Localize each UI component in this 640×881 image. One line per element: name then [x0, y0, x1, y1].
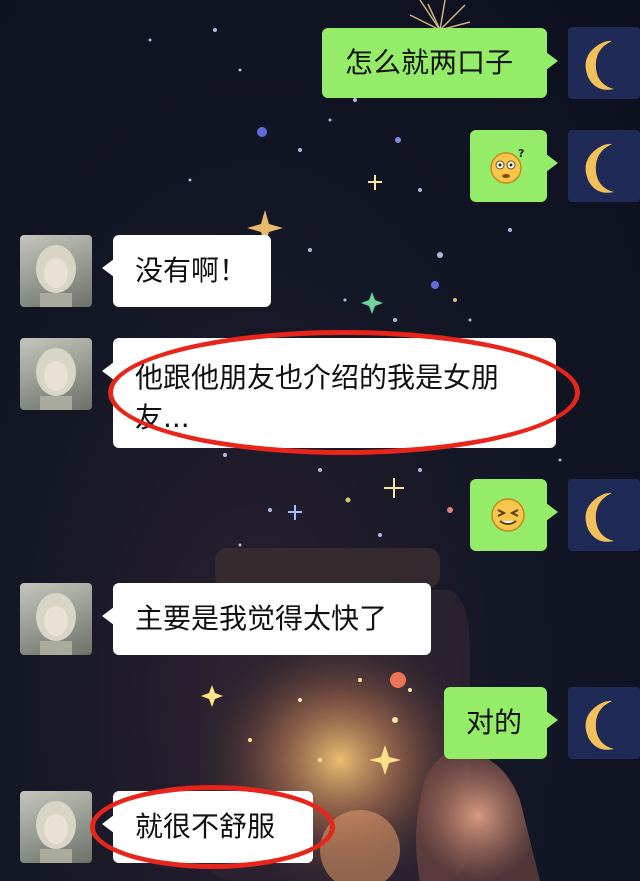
svg-text:?: ? [518, 147, 524, 160]
contact-avatar[interactable] [20, 583, 92, 655]
girl-photo-icon [36, 801, 76, 863]
confused-face-emoji-icon: ? [490, 147, 524, 184]
crescent-moon-icon [585, 143, 614, 193]
crescent-moon-icon [585, 700, 614, 750]
message-text-line-2: 友... [135, 401, 190, 434]
message-bubble-received[interactable]: 没有啊！ [102, 235, 271, 307]
crescent-moon-icon [585, 492, 614, 542]
message-text: 对的 [466, 706, 523, 739]
message-bubble-sent[interactable]: ? [470, 130, 558, 202]
message-bubble-received[interactable]: 他跟他朋友也介绍的我是女朋 友... [102, 338, 556, 448]
message-text-line-1: 他跟他朋友也介绍的我是女朋 [135, 361, 500, 394]
message-bubble-sent[interactable]: 怎么就两口子 [322, 28, 558, 98]
message-text: 怎么就两口子 [345, 46, 514, 79]
grinning-squint-emoji-icon [491, 498, 525, 532]
message-bubble-received[interactable]: 就很不舒服 [102, 791, 313, 863]
message-bubble-sent[interactable] [470, 479, 558, 551]
self-avatar[interactable] [568, 687, 640, 759]
crescent-moon-icon [585, 40, 614, 90]
girl-photo-icon [36, 593, 76, 655]
message-text: 就很不舒服 [135, 810, 276, 843]
message-text: 没有啊！ [135, 254, 248, 287]
contact-avatar[interactable] [20, 235, 92, 307]
self-avatar[interactable] [568, 130, 640, 202]
self-avatar[interactable] [568, 479, 640, 551]
girl-photo-icon [36, 348, 76, 410]
contact-avatar[interactable] [20, 338, 92, 410]
message-bubble-sent[interactable]: 对的 [444, 687, 558, 759]
contact-avatar[interactable] [20, 791, 92, 863]
girl-photo-icon [36, 245, 76, 307]
message-text: 主要是我觉得太快了 [135, 602, 388, 635]
self-avatar[interactable] [568, 27, 640, 99]
message-bubble-received[interactable]: 主要是我觉得太快了 [102, 583, 431, 655]
